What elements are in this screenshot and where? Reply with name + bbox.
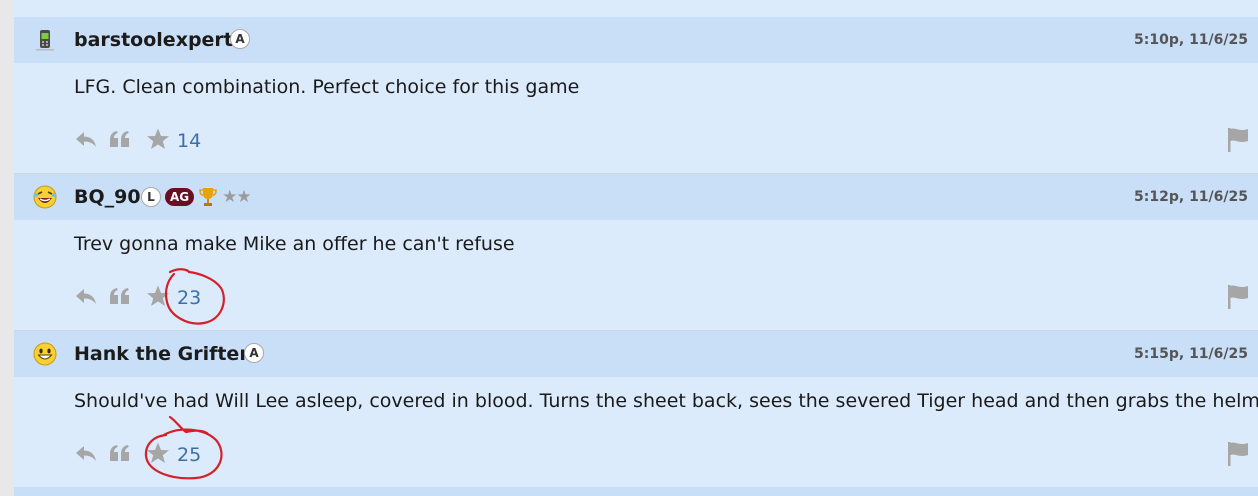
flag-icon[interactable]	[1226, 441, 1250, 467]
comment-feed: barstoolexpert A 5:10p, 11/6/25 LFG. Cle…	[14, 0, 1258, 496]
badge-a[interactable]: A	[230, 29, 250, 49]
smiley-face-icon[interactable]	[32, 341, 58, 367]
star-icon[interactable]	[146, 441, 170, 465]
post-body: Trev gonna make Mike an offer he can't r…	[74, 233, 515, 255]
reply-icon[interactable]	[74, 284, 98, 308]
post-actions: 23	[74, 284, 244, 312]
comment-post: barstoolexpert A 5:10p, 11/6/25 LFG. Cle…	[14, 17, 1258, 174]
reply-icon[interactable]	[74, 127, 98, 151]
user-badges: A	[244, 343, 264, 363]
quote-icon[interactable]	[108, 127, 132, 151]
star-icon[interactable]	[146, 127, 170, 151]
like-count[interactable]: 23	[177, 287, 201, 309]
timestamp[interactable]: 5:12p, 11/6/25	[1134, 189, 1248, 205]
username[interactable]: Hank the Grifter	[74, 343, 249, 365]
post-actions: 14	[74, 127, 244, 155]
comment-post: Hank the Grifter A 5:15p, 11/6/25 Should…	[14, 331, 1258, 488]
reply-icon[interactable]	[74, 441, 98, 465]
post-actions: 25	[74, 441, 244, 469]
badge-l[interactable]: L	[141, 187, 161, 207]
like-count[interactable]: 25	[177, 444, 201, 466]
star-icon[interactable]	[146, 284, 170, 308]
flag-icon[interactable]	[1226, 284, 1250, 310]
next-post-header	[14, 487, 1258, 496]
like-count[interactable]: 14	[177, 130, 201, 152]
user-badges: A	[230, 29, 250, 49]
timestamp[interactable]: 5:10p, 11/6/25	[1134, 32, 1248, 48]
post-body: LFG. Clean combination. Perfect choice f…	[74, 76, 580, 98]
badge-a[interactable]: A	[244, 343, 264, 363]
post-body: Should've had Will Lee asleep, covered i…	[74, 390, 1258, 412]
quote-icon[interactable]	[108, 284, 132, 308]
username[interactable]: barstoolexpert	[74, 29, 233, 51]
trophy-icon[interactable]	[198, 186, 218, 208]
previous-post-bottom	[14, 0, 1258, 18]
phone-icon[interactable]	[32, 27, 58, 53]
username[interactable]: BQ_90	[74, 186, 141, 208]
badge-ag[interactable]: AG	[165, 188, 195, 206]
post-header: Hank the Grifter A 5:15p, 11/6/25	[14, 331, 1258, 377]
quote-icon[interactable]	[108, 441, 132, 465]
comment-post: BQ_90 L AG ★★ 5:12p, 11/6/25 Trev gonna …	[14, 174, 1258, 331]
user-badges: L AG ★★	[141, 186, 252, 208]
timestamp[interactable]: 5:15p, 11/6/25	[1134, 346, 1248, 362]
flag-icon[interactable]	[1226, 127, 1250, 153]
laughing-face-icon[interactable]	[32, 184, 58, 210]
post-header: BQ_90 L AG ★★ 5:12p, 11/6/25	[14, 174, 1258, 220]
rank-stars: ★★	[222, 187, 252, 207]
post-header: barstoolexpert A 5:10p, 11/6/25	[14, 17, 1258, 63]
